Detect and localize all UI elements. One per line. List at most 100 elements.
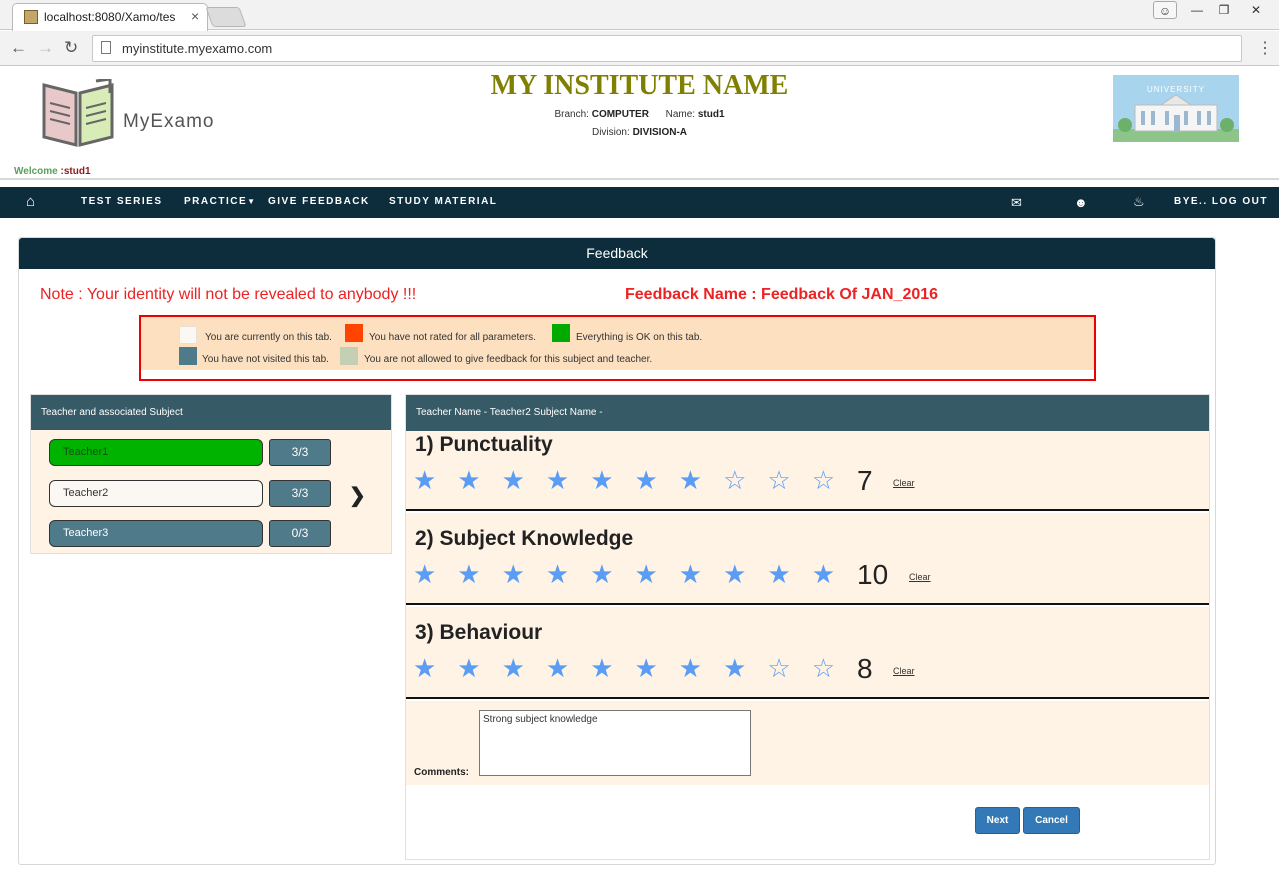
legend-text-current: You are currently on this tab. [205,332,332,343]
star-filled-icon[interactable]: ★ [635,559,658,589]
star-filled-icon[interactable]: ★ [767,559,790,589]
teacher-tab-3[interactable]: Teacher3 [49,520,263,547]
division-row: Division: DIVISION-A [0,127,1279,138]
star-filled-icon[interactable]: ★ [679,559,702,589]
star-filled-icon[interactable]: ★ [457,465,480,495]
star-empty-icon[interactable]: ☆ [767,465,790,495]
legend-text-not-allowed: You are not allowed to give feedback for… [364,354,653,365]
clear-rating-link[interactable]: Clear [893,666,915,676]
institute-name: MY INSTITUTE NAME [490,70,789,101]
star-empty-icon[interactable]: ☆ [812,653,835,683]
star-filled-icon[interactable]: ★ [679,653,702,683]
star-filled-icon[interactable]: ★ [502,653,525,683]
star-filled-icon[interactable]: ★ [413,465,436,495]
university-label: UNIVERSITY [1146,85,1205,94]
star-filled-icon[interactable]: ★ [635,465,658,495]
close-window-icon[interactable]: ✕ [1238,1,1274,19]
address-url: myinstitute.myexamo.com [122,41,273,56]
mail-icon[interactable]: ✉ [1011,195,1022,211]
nav-practice[interactable]: PRACTICE▼ [184,196,257,207]
star-filled-icon[interactable]: ★ [723,653,746,683]
parameter-punctuality: 1) Punctuality ★ ★ ★ ★ ★ ★ ★ ☆ ☆ ☆ 7 Clear [406,431,1209,511]
home-icon[interactable]: ⌂ [26,193,35,210]
browser-toolbar: ← → ↻ myinstitute.myexamo.com ⋮ [0,31,1279,66]
star-filled-icon[interactable]: ★ [413,653,436,683]
browser-menu-icon[interactable]: ⋮ [1257,38,1273,58]
legend-swatch-not-visited [179,347,197,365]
star-empty-icon[interactable]: ☆ [812,465,835,495]
star-filled-icon[interactable]: ★ [590,653,613,683]
legend-text-ok: Everything is OK on this tab. [576,332,703,343]
next-button[interactable]: Next [975,807,1020,834]
teacher-tab-1[interactable]: Teacher1 [49,439,263,466]
parameter-score: 8 [857,653,873,684]
legend-swatch-not-rated [345,324,363,342]
caret-down-icon: ▼ [247,197,257,206]
legend-swatch-ok [552,324,570,342]
back-icon[interactable]: ← [10,38,27,58]
parameter-score: 7 [857,465,873,496]
star-filled-icon[interactable]: ★ [635,653,658,683]
address-bar[interactable]: myinstitute.myexamo.com [92,35,1242,62]
parameter-title: 2) Subject Knowledge [415,527,634,550]
logout-link[interactable]: BYE.. LOG OUT [1174,196,1268,207]
clear-rating-link[interactable]: Clear [893,478,915,488]
teacher-count-3: 0/3 [269,520,331,547]
minimize-icon[interactable]: — [1184,1,1210,19]
student-info-row: Branch: COMPUTER Name: stud1 [0,109,1279,120]
rating-panel: Teacher Name - Teacher2 Subject Name - 1… [405,394,1210,860]
user-icon[interactable]: ☻ [1074,195,1088,210]
teacher-count-2: 3/3 [269,480,331,507]
star-filled-icon[interactable]: ★ [546,653,569,683]
favicon-icon [24,10,38,24]
star-filled-icon[interactable]: ★ [812,559,835,589]
branch-label: Branch: [554,109,589,120]
browser-tab[interactable]: localhost:8080/Xamo/tes × [12,3,208,31]
parameter-title: 3) Behaviour [415,621,543,644]
cancel-button[interactable]: Cancel [1023,807,1080,834]
identity-note: Note : Your identity will not be reveale… [40,286,417,303]
star-empty-icon[interactable]: ☆ [767,653,790,683]
star-filled-icon[interactable]: ★ [457,653,480,683]
star-filled-icon[interactable]: ★ [457,559,480,589]
tab-close-icon[interactable]: × [191,8,199,24]
forward-icon[interactable]: → [37,38,54,58]
legend-background: You are currently on this tab. You have … [141,317,1094,370]
header-divider [0,178,1279,180]
division-label: Division: [591,127,630,138]
star-empty-icon[interactable]: ☆ [723,465,746,495]
nav-practice-label: PRACTICE [184,196,248,207]
rating-panel-title: Teacher Name - Teacher2 Subject Name - [406,395,1209,431]
parameter-behaviour: 3) Behaviour ★ ★ ★ ★ ★ ★ ★ ★ ☆ ☆ 8 Clear [406,607,1209,699]
main-navbar: ⌂ TEST SERIES PRACTICE▼ GIVE FEEDBACK ST… [0,187,1279,218]
star-filled-icon[interactable]: ★ [723,559,746,589]
star-filled-icon[interactable]: ★ [679,465,702,495]
bell-icon[interactable]: ♨ [1133,194,1145,210]
division-value: DIVISION-A [632,127,688,138]
teacher-tab-2[interactable]: Teacher2 [49,480,263,507]
star-filled-icon[interactable]: ★ [546,465,569,495]
star-filled-icon[interactable]: ★ [502,559,525,589]
clear-rating-link[interactable]: Clear [909,572,931,582]
star-filled-icon[interactable]: ★ [413,559,436,589]
parameter-subject-knowledge: 2) Subject Knowledge ★ ★ ★ ★ ★ ★ ★ ★ ★ ★ 10 Clear [406,513,1209,605]
comments-textarea[interactable]: Strong subject knowledge [479,710,751,776]
star-filled-icon[interactable]: ★ [502,465,525,495]
teacher-list-title: Teacher and associated Subject [31,395,391,430]
profile-icon[interactable]: ☺ [1153,1,1177,19]
star-filled-icon[interactable]: ★ [590,465,613,495]
star-filled-icon[interactable]: ★ [546,559,569,589]
nav-test-series[interactable]: TEST SERIES [81,196,163,207]
feedback-name: Feedback Name : Feedback Of JAN_2016 [625,286,939,303]
tab-title: localhost:8080/Xamo/tes [44,10,176,24]
parameter-score: 10 [857,559,889,590]
new-tab-button[interactable] [205,7,247,27]
page-icon [101,41,111,54]
reload-icon[interactable]: ↻ [64,38,78,58]
star-filled-icon[interactable]: ★ [590,559,613,589]
maximize-icon[interactable]: ❐ [1211,1,1237,19]
university-image: UNIVERSITY [1113,75,1239,142]
name-label: Name: [665,109,696,120]
nav-study-material[interactable]: STUDY MATERIAL [389,196,497,207]
nav-give-feedback[interactable]: GIVE FEEDBACK [268,196,370,207]
